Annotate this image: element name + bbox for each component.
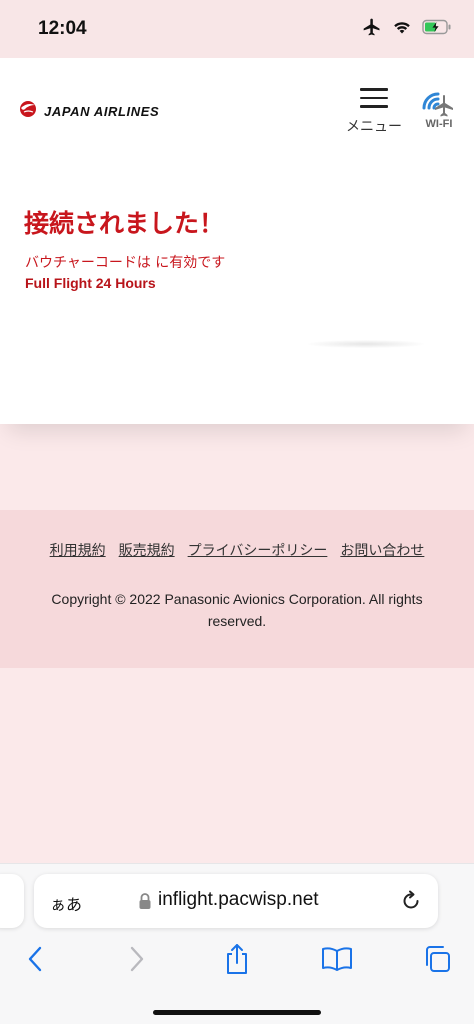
status-bar: 12:04 [0,0,474,58]
home-indicator [153,1010,321,1015]
menu-label: メニュー [346,118,402,134]
previous-tab-preview[interactable] [0,874,24,928]
status-icons [362,18,452,40]
browser-bottom-bar: ぁあ inflight.pacwisp.net [0,863,474,1024]
bookmarks-icon[interactable] [320,942,354,976]
back-icon[interactable] [18,942,52,976]
connected-title: 接続されました！ [24,209,225,238]
hamburger-icon [360,88,388,108]
jal-logo[interactable]: JAPAN AIRLINES [18,100,159,123]
brand-name: JAPAN AIRLINES [44,104,160,119]
contact-link[interactable]: お問い合わせ [340,540,424,560]
airplane-icon [362,17,382,42]
menu-button[interactable]: メニュー [342,86,406,134]
lock-icon [138,892,152,910]
footer-links: 利用規約 販売規約 プライバシーポリシー お問い合わせ [0,540,474,560]
terms-of-use-link[interactable]: 利用規約 [50,540,106,560]
wifi-button[interactable]: WI-FI [416,86,462,134]
reload-icon[interactable] [400,890,422,912]
wifi-label: WI-FI [425,118,453,130]
forward-icon[interactable] [120,942,154,976]
loading-shadow [308,340,424,348]
plan-name: Full Flight 24 Hours [25,275,156,291]
tabs-icon[interactable] [420,942,454,976]
address-bar[interactable]: ぁあ inflight.pacwisp.net [34,874,438,928]
share-icon[interactable] [220,942,254,976]
browser-toolbar [0,938,474,982]
battery-charging-icon [422,19,452,40]
privacy-policy-link[interactable]: プライバシーポリシー [188,540,328,560]
status-time: 12:04 [38,18,87,39]
voucher-validity-text: バウチャーコードは に有効です [25,255,226,271]
wifi-icon [392,19,412,40]
sales-terms-link[interactable]: 販売規約 [119,540,175,560]
copyright-text: Copyright © 2022 Panasonic Avionics Corp… [51,591,423,629]
crane-logo-icon [18,100,38,123]
url-text[interactable]: inflight.pacwisp.net [158,889,319,911]
page-settings-button[interactable]: ぁあ [50,891,82,915]
footer: 利用規約 販売規約 プライバシーポリシー お問い合わせ Copyright © … [0,510,474,668]
